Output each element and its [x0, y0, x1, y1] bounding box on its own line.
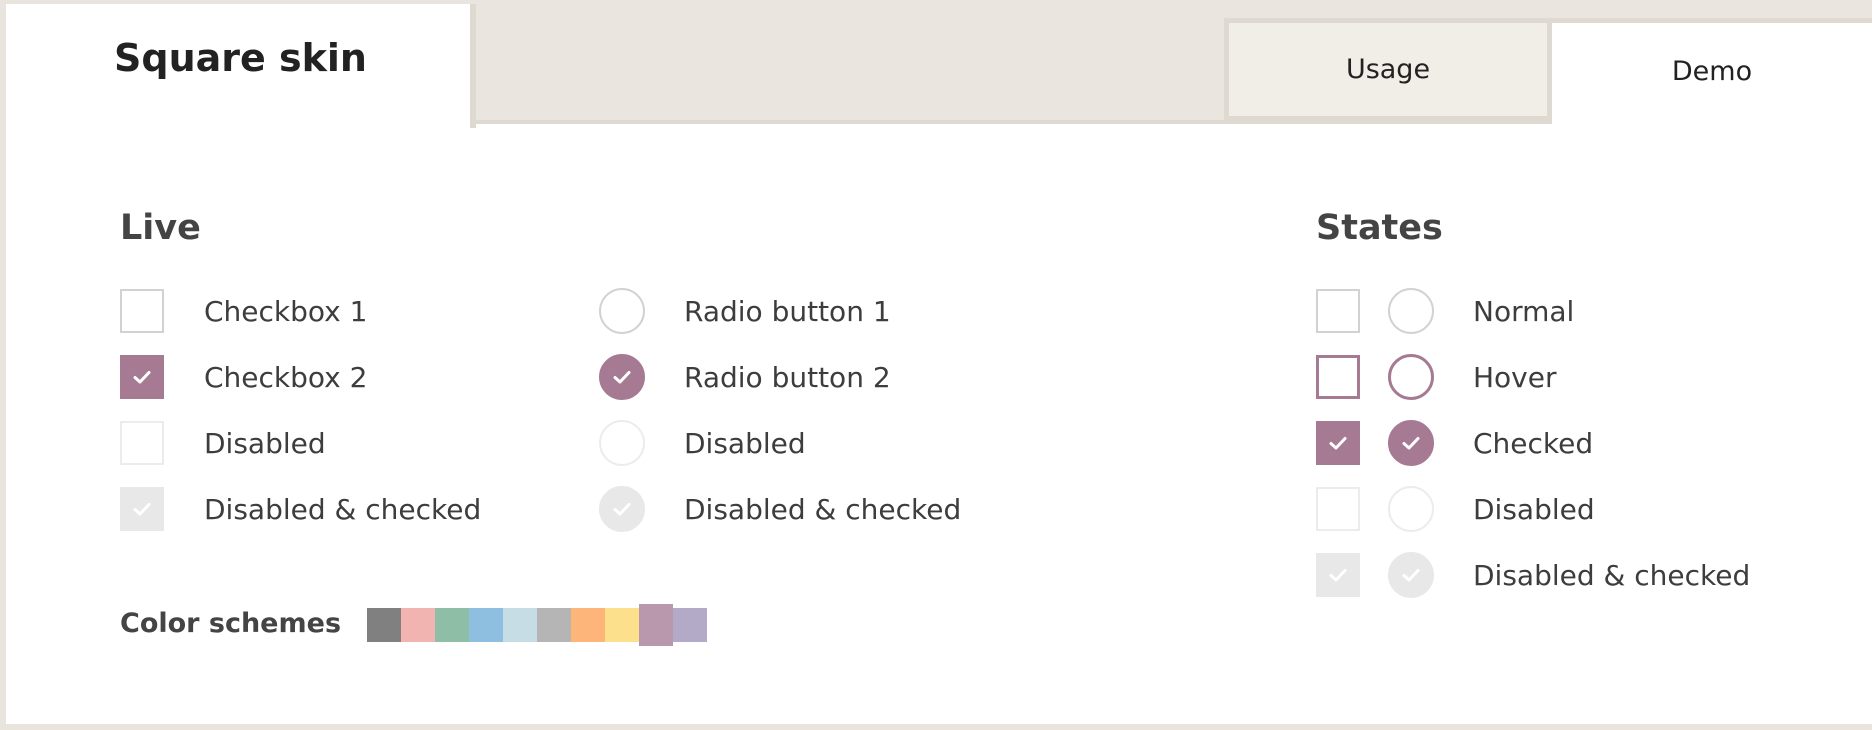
- color-swatch-pink[interactable]: [639, 604, 673, 646]
- live-section-title: Live: [120, 208, 201, 248]
- color-schemes-label: Color schemes: [120, 608, 342, 639]
- checkbox-1-label: Checkbox 1: [204, 294, 368, 328]
- state-row-disabled: Disabled: [1316, 485, 1595, 533]
- radio-button-2-label: Radio button 2: [684, 360, 891, 394]
- state-disabled-checked-label: Disabled & checked: [1473, 558, 1751, 592]
- state-checkbox-hover: [1316, 355, 1360, 399]
- tab-usage[interactable]: Usage: [1224, 18, 1552, 120]
- state-radio-disabled: [1388, 486, 1434, 532]
- radio-row-disabled: Disabled: [599, 419, 806, 467]
- state-checkbox-normal: [1316, 289, 1360, 333]
- color-swatch-purple[interactable]: [673, 608, 707, 642]
- check-icon: [1402, 437, 1420, 450]
- state-hover-label: Hover: [1473, 360, 1557, 394]
- checkbox-disabled: [120, 421, 164, 465]
- state-radio-disabled-checked: [1388, 552, 1434, 598]
- color-scheme-swatches: [367, 604, 707, 646]
- state-radio-hover: [1388, 354, 1434, 400]
- radio-row-1[interactable]: Radio button 1: [599, 287, 891, 335]
- check-icon: [1329, 437, 1347, 450]
- check-icon: [1402, 569, 1420, 582]
- radio-disabled-checked: [599, 486, 645, 532]
- radio-button-2[interactable]: [599, 354, 645, 400]
- radio-disabled-label: Disabled: [684, 426, 806, 460]
- page-title: Square skin: [114, 36, 367, 80]
- color-swatch-aero[interactable]: [503, 608, 537, 642]
- tab-demo-label: Demo: [1671, 56, 1753, 87]
- check-icon: [133, 371, 151, 384]
- color-swatch-green[interactable]: [435, 608, 469, 642]
- checkbox-disabled-label: Disabled: [204, 426, 326, 460]
- state-radio-normal: [1388, 288, 1434, 334]
- checkbox-1[interactable]: [120, 289, 164, 333]
- color-swatch-orange[interactable]: [571, 608, 605, 642]
- state-row-checked: Checked: [1316, 419, 1593, 467]
- radio-button-1[interactable]: [599, 288, 645, 334]
- radio-button-1-label: Radio button 1: [684, 294, 891, 328]
- color-swatch-black[interactable]: [367, 608, 401, 642]
- tab-usage-label: Usage: [1345, 54, 1431, 85]
- checkbox-2[interactable]: [120, 355, 164, 399]
- checkbox-2-label: Checkbox 2: [204, 360, 368, 394]
- color-swatch-red[interactable]: [401, 608, 435, 642]
- state-disabled-label: Disabled: [1473, 492, 1595, 526]
- checkbox-disabled-checked-label: Disabled & checked: [204, 492, 482, 526]
- check-icon: [1329, 569, 1347, 582]
- checkbox-disabled-checked: [120, 487, 164, 531]
- states-section-title: States: [1316, 208, 1443, 248]
- state-row-normal: Normal: [1316, 287, 1574, 335]
- state-radio-checked: [1388, 420, 1434, 466]
- checkbox-row-1[interactable]: Checkbox 1: [120, 287, 367, 335]
- check-icon: [613, 371, 631, 384]
- state-checked-label: Checked: [1473, 426, 1594, 460]
- radio-disabled-checked-label: Disabled & checked: [684, 492, 962, 526]
- tab-demo-underlay: [1552, 120, 1872, 130]
- checkbox-row-disabled: Disabled: [120, 419, 326, 467]
- check-icon: [133, 503, 151, 516]
- check-icon: [613, 503, 631, 516]
- checkbox-row-disabled-checked: Disabled & checked: [120, 485, 481, 533]
- checkbox-row-2[interactable]: Checkbox 2: [120, 353, 367, 401]
- color-swatch-grey[interactable]: [537, 608, 571, 642]
- state-checkbox-disabled-checked: [1316, 553, 1360, 597]
- radio-disabled: [599, 420, 645, 466]
- state-row-disabled-checked: Disabled & checked: [1316, 551, 1750, 599]
- color-swatch-blue[interactable]: [469, 608, 503, 642]
- radio-row-2[interactable]: Radio button 2: [599, 353, 891, 401]
- color-swatch-yellow[interactable]: [605, 608, 639, 642]
- tab-demo[interactable]: Demo: [1552, 18, 1872, 120]
- state-normal-label: Normal: [1473, 294, 1575, 328]
- state-row-hover: Hover: [1316, 353, 1557, 401]
- state-checkbox-checked: [1316, 421, 1360, 465]
- state-checkbox-disabled: [1316, 487, 1360, 531]
- radio-row-disabled-checked: Disabled & checked: [599, 485, 961, 533]
